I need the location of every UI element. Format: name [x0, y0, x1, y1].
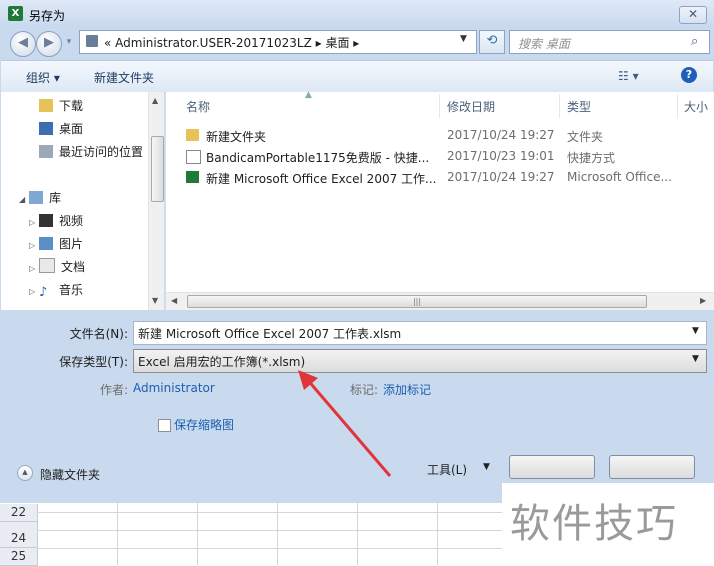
watermark-text: 软件技巧 [510, 501, 678, 547]
annotation-arrow [298, 370, 392, 477]
watermark: 软件技巧 [502, 483, 714, 565]
